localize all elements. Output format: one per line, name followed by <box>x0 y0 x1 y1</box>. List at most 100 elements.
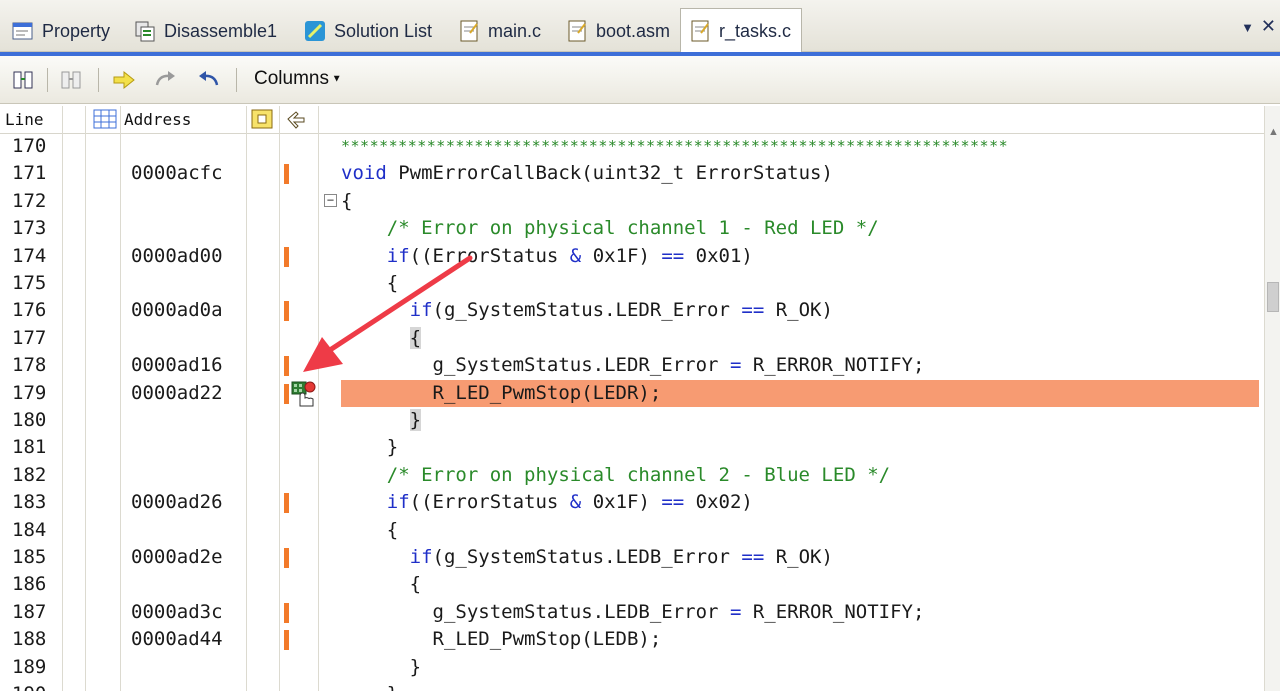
code-row-173[interactable]: 173 /* Error on physical channel 1 - Red… <box>0 215 1264 242</box>
line-number: 189 <box>12 655 47 678</box>
code-row-183[interactable]: 183 0000ad26 if((ErrorStatus & 0x1F) == … <box>0 489 1264 516</box>
scrollbar-thumb[interactable] <box>1267 282 1279 312</box>
editor-toolbar: Columns ▼ <box>0 56 1280 104</box>
code-row-179-current[interactable]: 179 0000ad22 R_LED_PwmStop(LEDR); <box>0 379 1264 407</box>
code-row-171[interactable]: 171 0000acfc void PwmErrorCallBack(uint3… <box>0 160 1264 187</box>
code-text: R_LED_PwmStop(LEDR); <box>341 381 662 404</box>
code-row-190[interactable]: 190 } <box>0 681 1264 691</box>
toolbar-separator <box>47 68 48 92</box>
redo-icon[interactable] <box>152 66 180 94</box>
code-row-186[interactable]: 186 { <box>0 571 1264 598</box>
line-number: 187 <box>12 600 47 623</box>
code-row-176[interactable]: 176 0000ad0a if(g_SystemStatus.LEDR_Erro… <box>0 297 1264 324</box>
line-number: 188 <box>12 628 47 651</box>
line-number: 180 <box>12 409 47 431</box>
tab-disassemble1[interactable]: Disassemble1 <box>128 10 277 52</box>
line-number: 184 <box>12 518 47 541</box>
code-text: } <box>341 407 422 434</box>
tab-list-dropdown-icon[interactable]: ▼ <box>1241 20 1254 35</box>
line-number: 179 <box>12 381 47 404</box>
code-text: g_SystemStatus.LEDR_Error = R_ERROR_NOTI… <box>341 354 925 377</box>
code-row-180[interactable]: 180 } <box>0 407 1264 434</box>
tab-label: r_tasks.c <box>719 20 792 41</box>
code-text: } <box>341 436 399 459</box>
line-number: 174 <box>12 244 47 267</box>
code-row-189[interactable]: 189 } <box>0 654 1264 681</box>
column-header: Line Address <box>0 106 1264 134</box>
tab-main-c[interactable]: main.c <box>452 10 541 52</box>
address-value: 0000ad00 <box>131 244 223 267</box>
address-value: 0000ad26 <box>131 491 223 514</box>
tab-label: main.c <box>488 20 542 41</box>
line-number: 181 <box>12 436 47 459</box>
vertical-scrollbar[interactable]: ▲ <box>1264 106 1280 691</box>
code-text: { <box>341 573 422 596</box>
code-text: if(g_SystemStatus.LEDB_Error == R_OK) <box>341 546 833 568</box>
address-value: 0000ad44 <box>131 628 223 651</box>
tab-property[interactable]: Property <box>6 10 110 52</box>
source-code-grid[interactable]: 170 ************************************… <box>0 133 1264 691</box>
code-text: } <box>341 681 398 691</box>
code-text: g_SystemStatus.LEDB_Error = R_ERROR_NOTI… <box>341 600 925 623</box>
code-row-185[interactable]: 185 0000ad2e if(g_SystemStatus.LEDB_Erro… <box>0 544 1264 571</box>
line-number: 183 <box>12 491 47 514</box>
code-text: { <box>341 518 399 541</box>
code-text: if((ErrorStatus & 0x1F) == 0x02) <box>341 491 753 514</box>
tab-boot-asm[interactable]: boot.asm <box>560 10 670 52</box>
event-column-icon[interactable] <box>250 108 274 134</box>
code-marker <box>284 301 289 322</box>
line-number: 178 <box>12 354 47 377</box>
code-row-177[interactable]: 177 { <box>0 325 1264 352</box>
code-comment: /* Error on physical channel 1 - Red LED… <box>341 217 879 240</box>
line-column-header[interactable]: Line <box>5 110 44 129</box>
tab-solution-list[interactable]: Solution List <box>298 10 432 52</box>
code-row-170[interactable]: 170 ************************************… <box>0 133 1264 160</box>
undo-icon[interactable] <box>194 66 222 94</box>
code-row-175[interactable]: 175 { <box>0 270 1264 297</box>
line-number: 171 <box>12 162 47 185</box>
address-value: 0000ad22 <box>131 381 223 404</box>
code-row-174[interactable]: 174 0000ad00 if((ErrorStatus & 0x1F) == … <box>0 243 1264 270</box>
code-text: if(g_SystemStatus.LEDR_Error == R_OK) <box>341 299 833 322</box>
code-row-182[interactable]: 182 /* Error on physical channel 2 - Blu… <box>0 462 1264 489</box>
editor-tab-bar: Property Disassemble1 Solution List main… <box>0 0 1280 53</box>
code-marker <box>284 164 289 185</box>
code-text: { <box>341 325 422 352</box>
file-icon <box>456 18 482 44</box>
code-marker <box>284 493 289 514</box>
line-number: 175 <box>12 272 47 294</box>
close-icon[interactable]: ✕ <box>1261 16 1276 37</box>
go-to-pc-arrow-icon[interactable] <box>110 66 138 94</box>
columns-dropdown-button[interactable]: Columns ▼ <box>254 68 342 90</box>
line-number: 182 <box>12 463 47 486</box>
code-marker <box>284 630 289 651</box>
address-value: 0000ad3c <box>131 600 223 623</box>
tab-r-tasks-c[interactable]: r_tasks.c <box>680 8 803 53</box>
pointer-hand-icon[interactable] <box>284 108 308 134</box>
code-marker <box>284 548 289 568</box>
sync-disassembly-icon[interactable] <box>58 66 86 94</box>
line-number: 186 <box>12 573 47 596</box>
chevron-down-icon: ▼ <box>328 73 342 85</box>
toolbar-separator <box>236 68 237 92</box>
address-column-header[interactable]: Address <box>124 110 191 129</box>
hardware-breakpoint-icon[interactable] <box>290 379 318 407</box>
matched-brace: { <box>409 326 422 349</box>
code-row-184[interactable]: 184 { <box>0 517 1264 544</box>
toolbar-separator <box>98 68 99 92</box>
tab-label: Property <box>42 20 111 41</box>
sync-source-icon[interactable] <box>10 66 38 94</box>
scroll-up-icon[interactable]: ▲ <box>1268 126 1279 138</box>
code-row-187[interactable]: 187 0000ad3c g_SystemStatus.LEDB_Error =… <box>0 599 1264 626</box>
code-row-188[interactable]: 188 0000ad44 R_LED_PwmStop(LEDB); <box>0 626 1264 653</box>
address-value: 0000ad16 <box>131 354 223 377</box>
line-number: 170 <box>12 135 47 157</box>
code-marker <box>284 356 289 377</box>
address-value: 0000ad0a <box>131 299 223 322</box>
line-number: 190 <box>12 681 46 691</box>
fold-collapse-icon[interactable]: − <box>324 193 337 207</box>
address-value: 0000ad2e <box>131 546 223 568</box>
code-row-181[interactable]: 181 } <box>0 434 1264 461</box>
code-row-178[interactable]: 178 0000ad16 g_SystemStatus.LEDR_Error =… <box>0 352 1264 379</box>
code-row-172[interactable]: 172 − { <box>0 188 1264 215</box>
